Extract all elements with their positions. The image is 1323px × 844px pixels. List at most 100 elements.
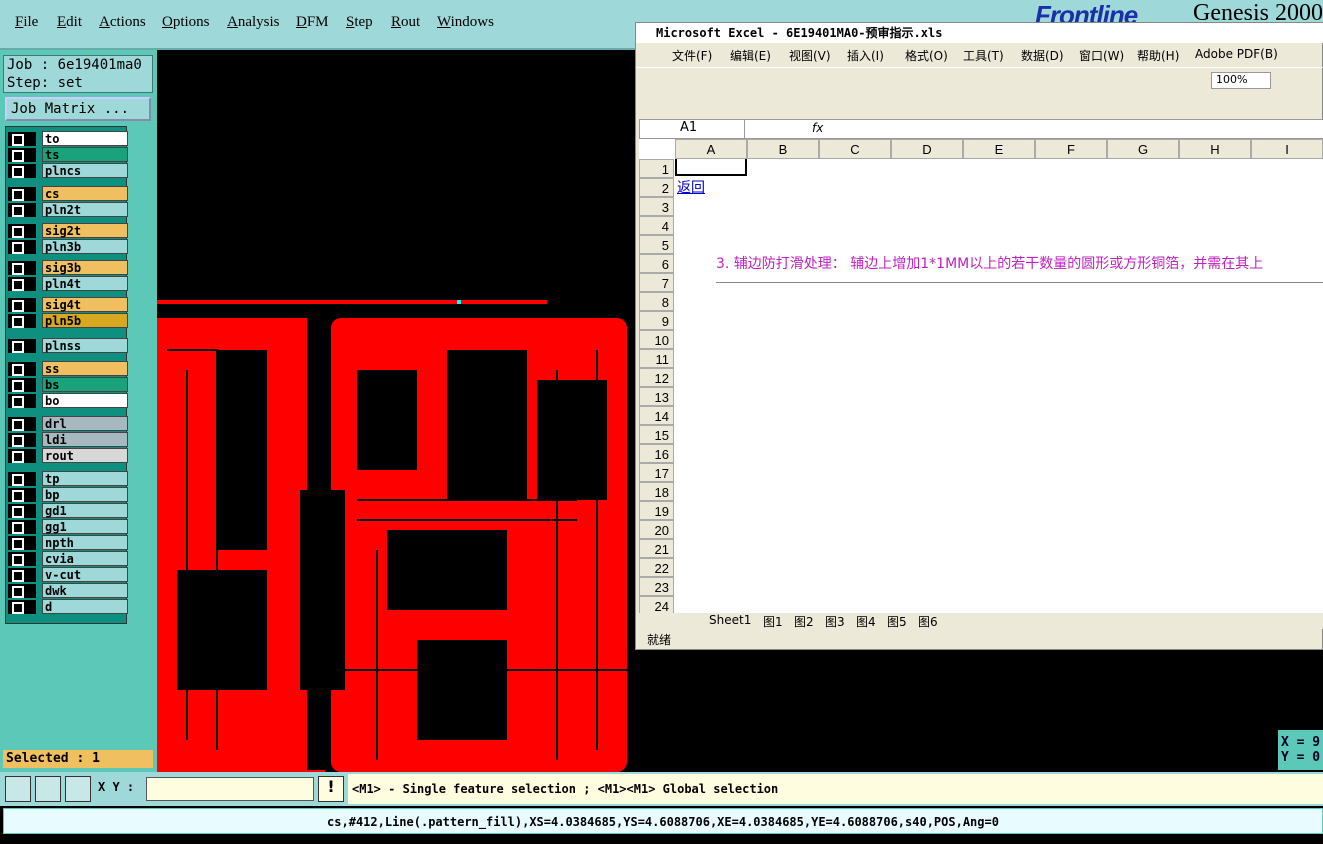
- menu-file[interactable]: File: [15, 14, 38, 31]
- row-header[interactable]: 12: [639, 368, 674, 387]
- row-header[interactable]: 10: [639, 330, 674, 349]
- layer-checkbox[interactable]: [8, 164, 36, 178]
- layer-name[interactable]: v-cut: [42, 567, 128, 582]
- layer-row-cvia[interactable]: cvia: [6, 551, 128, 566]
- layer-row-bp[interactable]: bp: [6, 487, 128, 502]
- row-header[interactable]: 22: [639, 558, 674, 577]
- menu-options[interactable]: Options: [162, 14, 210, 31]
- excel-window[interactable]: Microsoft Excel - 6E19401MA0-预审指示.xls 文件…: [635, 22, 1323, 650]
- layer-row-pln3b[interactable]: pln3b: [6, 239, 128, 254]
- layer-name[interactable]: pln3b: [42, 239, 128, 254]
- layer-checkbox[interactable]: [8, 203, 36, 217]
- layer-row-cs[interactable]: cs: [6, 186, 128, 201]
- layer-row-tp[interactable]: tp: [6, 471, 128, 486]
- layer-checkbox[interactable]: [8, 378, 36, 392]
- layer-checkbox[interactable]: [8, 488, 36, 502]
- row-header[interactable]: 17: [639, 463, 674, 482]
- layer-row-v-cut[interactable]: v-cut: [6, 567, 128, 582]
- menu-actions[interactable]: Actions: [99, 14, 146, 31]
- excel-menu-tools[interactable]: 工具(T): [963, 47, 1004, 64]
- layer-row-pln4t[interactable]: pln4t: [6, 276, 128, 291]
- row-header[interactable]: 15: [639, 425, 674, 444]
- layer-checkbox[interactable]: [8, 536, 36, 550]
- zoom-area-icon[interactable]: [5, 776, 31, 802]
- row-header[interactable]: 8: [639, 292, 674, 311]
- layer-name[interactable]: plnss: [42, 338, 128, 353]
- layer-checkbox[interactable]: [8, 417, 36, 431]
- layer-name[interactable]: tp: [42, 471, 128, 486]
- layer-name[interactable]: pln4t: [42, 276, 128, 291]
- row-header[interactable]: 7: [639, 273, 674, 292]
- layer-row-bs[interactable]: bs: [6, 377, 128, 392]
- layer-checkbox[interactable]: [8, 568, 36, 582]
- row-header[interactable]: 9: [639, 311, 674, 330]
- xy-input[interactable]: [146, 777, 314, 801]
- row-header[interactable]: 19: [639, 501, 674, 520]
- layer-name[interactable]: rout: [42, 448, 128, 463]
- layer-row-to[interactable]: to: [6, 131, 128, 146]
- alert-icon[interactable]: !: [318, 776, 344, 802]
- layer-row-gd1[interactable]: gd1: [6, 503, 128, 518]
- layer-row-rout[interactable]: rout: [6, 448, 128, 463]
- menu-windows[interactable]: Windows: [437, 14, 494, 31]
- row-header[interactable]: 4: [639, 216, 674, 235]
- layer-checkbox[interactable]: [8, 504, 36, 518]
- layer-name[interactable]: ts: [42, 147, 128, 162]
- layer-row-sig4t[interactable]: sig4t: [6, 297, 128, 312]
- layer-checkbox[interactable]: [8, 261, 36, 275]
- excel-menu-file[interactable]: 文件(F): [672, 47, 712, 64]
- excel-menu-view[interactable]: 视图(V): [789, 47, 831, 64]
- pcb-canvas[interactable]: [157, 50, 635, 772]
- layer-name[interactable]: gg1: [42, 519, 128, 534]
- layer-row-drl[interactable]: drl: [6, 416, 128, 431]
- column-header[interactable]: B: [747, 139, 819, 159]
- grid-snap-icon[interactable]: [65, 776, 91, 802]
- layer-checkbox[interactable]: [8, 148, 36, 162]
- spreadsheet-grid[interactable]: 返回 3. 辅边防打滑处理： 辅边上增加1*1MM以上的若干数量的圆形或方形铜箔…: [639, 139, 1323, 613]
- job-matrix-button[interactable]: Job Matrix ...: [5, 97, 151, 121]
- layer-checkbox[interactable]: [8, 362, 36, 376]
- layer-row-ldi[interactable]: ldi: [6, 432, 128, 447]
- layer-row-sig2t[interactable]: sig2t: [6, 223, 128, 238]
- layer-row-bo[interactable]: bo: [6, 393, 128, 408]
- layer-row-plnss[interactable]: plnss: [6, 338, 128, 353]
- layer-checkbox[interactable]: [8, 584, 36, 598]
- menu-analysis[interactable]: Analysis: [227, 14, 280, 31]
- layer-row-gg1[interactable]: gg1: [6, 519, 128, 534]
- layer-checkbox[interactable]: [8, 520, 36, 534]
- layer-checkbox[interactable]: [8, 433, 36, 447]
- row-header[interactable]: 13: [639, 387, 674, 406]
- column-header[interactable]: D: [891, 139, 963, 159]
- menu-edit[interactable]: Edit: [57, 14, 82, 31]
- layer-name[interactable]: sig2t: [42, 223, 128, 238]
- layer-name[interactable]: dwk: [42, 583, 128, 598]
- row-header[interactable]: 24: [639, 596, 674, 613]
- layer-checkbox[interactable]: [8, 339, 36, 353]
- layer-name[interactable]: bs: [42, 377, 128, 392]
- row-header[interactable]: 14: [639, 406, 674, 425]
- column-header[interactable]: E: [963, 139, 1035, 159]
- column-header[interactable]: H: [1179, 139, 1251, 159]
- layer-row-sig3b[interactable]: sig3b: [6, 260, 128, 275]
- layer-row-dwk[interactable]: dwk: [6, 583, 128, 598]
- row-header[interactable]: 6: [639, 254, 674, 273]
- layer-row-npth[interactable]: npth: [6, 535, 128, 550]
- layer-checkbox[interactable]: [8, 449, 36, 463]
- column-header[interactable]: G: [1107, 139, 1179, 159]
- excel-menu-insert[interactable]: 插入(I): [847, 47, 884, 64]
- row-header[interactable]: 20: [639, 520, 674, 539]
- layer-name[interactable]: pln2t: [42, 202, 128, 217]
- excel-menu-format[interactable]: 格式(O): [905, 47, 948, 64]
- row-header[interactable]: 18: [639, 482, 674, 501]
- cell-a2-link[interactable]: 返回: [677, 177, 705, 197]
- layer-name[interactable]: ldi: [42, 432, 128, 447]
- layer-checkbox[interactable]: [8, 600, 36, 614]
- column-header[interactable]: C: [819, 139, 891, 159]
- layer-checkbox[interactable]: [8, 298, 36, 312]
- excel-menu-help[interactable]: 帮助(H): [1137, 47, 1179, 64]
- column-header[interactable]: A: [675, 139, 747, 159]
- sheet-tab[interactable]: 图5: [887, 613, 907, 630]
- row-header[interactable]: 1: [639, 159, 674, 178]
- layer-checkbox[interactable]: [8, 187, 36, 201]
- layer-name[interactable]: drl: [42, 416, 128, 431]
